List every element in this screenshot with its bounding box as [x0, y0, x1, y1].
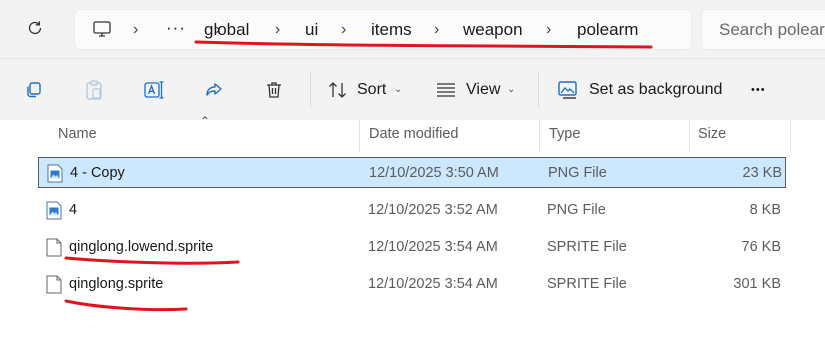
annotation-underline-breadcrumb — [194, 40, 653, 49]
annotation-underline-lowend-sprite — [64, 256, 240, 265]
annotation-underline-sprite — [64, 299, 188, 312]
annotation-layer — [64, 40, 653, 312]
